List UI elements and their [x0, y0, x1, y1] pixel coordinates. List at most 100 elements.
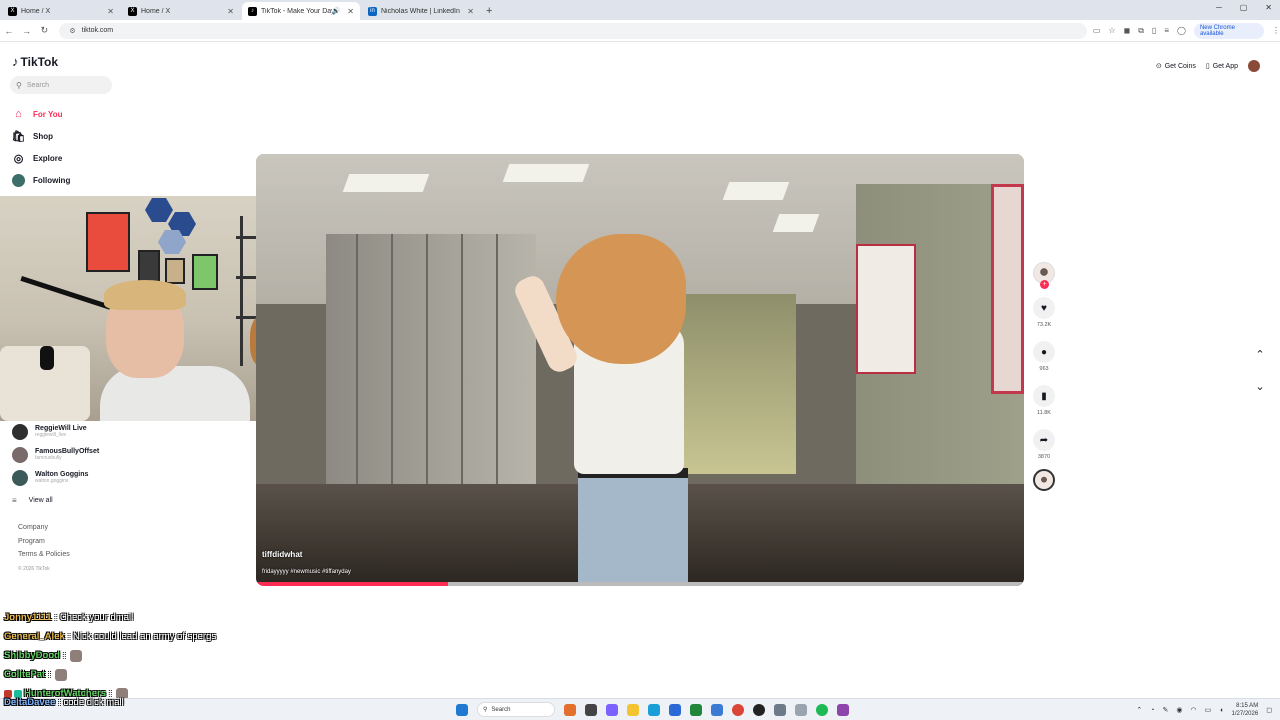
file-explorer-icon[interactable]: [627, 703, 639, 716]
app-icon[interactable]: [690, 703, 702, 716]
following-account[interactable]: FamousBullyOffset famousbully: [12, 443, 99, 466]
forward-icon[interactable]: →: [18, 26, 36, 36]
sidebar-nav: ⌂ For You 🛍 Shop ◎ Explore Following: [12, 103, 70, 191]
share-icon: ➦: [1033, 429, 1055, 451]
footer-link-terms[interactable]: Terms & Policies: [18, 551, 70, 565]
update-chrome-button[interactable]: New Chrome available: [1193, 22, 1264, 39]
avatar: [12, 469, 28, 486]
save-button[interactable]: ▮ 11.8K: [1033, 385, 1055, 416]
close-tab-icon[interactable]: ✕: [347, 7, 354, 16]
app-icon[interactable]: [795, 703, 807, 716]
nav-label: For You: [33, 109, 63, 119]
reload-icon[interactable]: ↻: [36, 25, 54, 36]
video-author[interactable]: tiffdidwhat: [262, 550, 302, 559]
tab-title: Home / X: [141, 7, 171, 15]
clock[interactable]: 8:15 AM 1/27/2026: [1231, 702, 1258, 718]
get-coins-button[interactable]: ⊙ Get Coins: [1156, 62, 1196, 71]
next-video-button[interactable]: ⌄: [1250, 376, 1270, 396]
spotify-icon[interactable]: [816, 703, 828, 716]
sidepanel-icon[interactable]: ▯: [1152, 26, 1156, 35]
music-disc-icon[interactable]: [1033, 469, 1055, 491]
emote-icon: [54, 668, 67, 681]
network-icon[interactable]: ◔: [1150, 707, 1154, 714]
following-account[interactable]: ReggieWill Live reggiewill_live: [12, 420, 99, 443]
speaker-icon[interactable]: 🔊: [332, 7, 341, 15]
close-tab-icon[interactable]: ✕: [227, 7, 234, 16]
nav-item-following[interactable]: Following: [12, 169, 70, 191]
notification-icon[interactable]: ◻: [1266, 706, 1272, 714]
menu-icon[interactable]: ⋮: [1272, 26, 1280, 35]
url-text: tiktok.com: [81, 27, 114, 34]
account-handle: famousbully: [35, 455, 62, 461]
get-app-button[interactable]: ▯ Get App: [1206, 62, 1238, 71]
widget-icon[interactable]: [564, 703, 576, 716]
close-tab-icon[interactable]: ✕: [467, 7, 474, 16]
chrome-icon[interactable]: [732, 703, 744, 716]
taskbar-search-label: Search: [491, 706, 511, 713]
avatar: [12, 423, 28, 440]
maximize-icon[interactable]: ▢: [1240, 3, 1248, 12]
stream-chat-overlay: Jonny1111 : Check your dmail General_Ale…: [4, 608, 216, 703]
search-input[interactable]: ⚲ Search: [10, 76, 112, 94]
video-caption[interactable]: fridayyyyy #newmusic #tiffanyday: [262, 569, 351, 575]
cast-icon[interactable]: ▭: [1093, 26, 1101, 35]
close-window-icon[interactable]: ✕: [1265, 3, 1272, 12]
puzzle-icon[interactable]: ⧉: [1138, 26, 1144, 36]
close-tab-icon[interactable]: ✕: [107, 7, 114, 16]
vscode-icon[interactable]: [711, 703, 723, 716]
taskbar-search[interactable]: ⚲ Search: [477, 702, 555, 717]
browser-tab[interactable]: X Home / X ✕: [122, 2, 240, 20]
tiktok-logo[interactable]: ♪ TikTok: [12, 54, 58, 69]
copilot-icon[interactable]: [606, 703, 618, 716]
like-button[interactable]: ♥ 73.2K: [1033, 297, 1055, 328]
app-icon[interactable]: [774, 703, 786, 716]
browser-tab[interactable]: in Nicholas White | LinkedIn ✕: [362, 2, 480, 20]
clock-time: 8:15 AM: [1236, 703, 1259, 709]
chevron-up-icon[interactable]: ⌃: [1136, 706, 1142, 714]
back-icon[interactable]: ←: [0, 26, 18, 36]
media-icon[interactable]: ≡: [1164, 26, 1169, 35]
creator-avatar[interactable]: +: [1033, 262, 1055, 289]
follow-plus-icon[interactable]: +: [1040, 280, 1049, 289]
video-player[interactable]: tiffdidwhat fridayyyyy #newmusic #tiffan…: [256, 154, 1024, 586]
chat-user: ColitePat: [4, 669, 46, 680]
browser-tab[interactable]: X Home / X ✕: [2, 2, 120, 20]
search-icon: ⚲: [483, 707, 488, 713]
volume-icon[interactable]: ◖: [1219, 707, 1223, 714]
footer-link-company[interactable]: Company: [18, 524, 70, 538]
browser-tabstrip: X Home / X ✕ X Home / X ✕ ♪ TikTok - Mak…: [0, 0, 1280, 20]
profile-avatar[interactable]: [1248, 60, 1260, 72]
share-button[interactable]: ➦ 3870: [1033, 429, 1055, 460]
footer-link-program[interactable]: Program: [18, 538, 70, 552]
profile-icon[interactable]: ◯: [1177, 26, 1186, 35]
new-tab-button[interactable]: +: [486, 2, 492, 20]
comment-icon: ●: [1033, 341, 1055, 363]
pen-icon[interactable]: ✎: [1163, 706, 1169, 714]
browser-tab-active[interactable]: ♪ TikTok - Make Your Day 🔊 ✕: [242, 2, 360, 20]
discord-icon[interactable]: [837, 703, 849, 716]
site-info-icon[interactable]: ⚙: [69, 27, 75, 35]
minimize-icon[interactable]: ─: [1216, 3, 1222, 12]
task-view-icon[interactable]: [585, 703, 597, 716]
windows-start-icon[interactable]: [456, 703, 468, 716]
nav-item-explore[interactable]: ◎ Explore: [12, 147, 70, 169]
wifi-icon[interactable]: ◠: [1191, 706, 1197, 714]
extension-icon[interactable]: ◼: [1124, 26, 1131, 35]
bookmark-star-icon[interactable]: ☆: [1108, 26, 1115, 35]
mic-icon[interactable]: ◉: [1176, 706, 1182, 714]
obs-icon[interactable]: [753, 703, 765, 716]
view-all-label: View all: [28, 496, 53, 504]
monitor-icon[interactable]: ▭: [1205, 706, 1212, 714]
following-account[interactable]: Walton Goggins walton.goggins: [12, 466, 99, 489]
previous-video-button[interactable]: ⌃: [1250, 344, 1270, 364]
nav-label: Shop: [33, 131, 53, 141]
nav-item-for-you[interactable]: ⌂ For You: [12, 103, 70, 125]
comment-button[interactable]: ● 963: [1033, 341, 1055, 372]
nav-item-shop[interactable]: 🛍 Shop: [12, 125, 70, 147]
chat-message: ShibbyDood :: [4, 646, 216, 665]
chat-user: ShibbyDood: [4, 650, 60, 661]
store-icon[interactable]: [669, 703, 681, 716]
view-all-button[interactable]: ≡ View all: [12, 493, 99, 507]
edge-icon[interactable]: [648, 703, 660, 716]
url-field[interactable]: ⚙ tiktok.com: [59, 22, 1087, 39]
